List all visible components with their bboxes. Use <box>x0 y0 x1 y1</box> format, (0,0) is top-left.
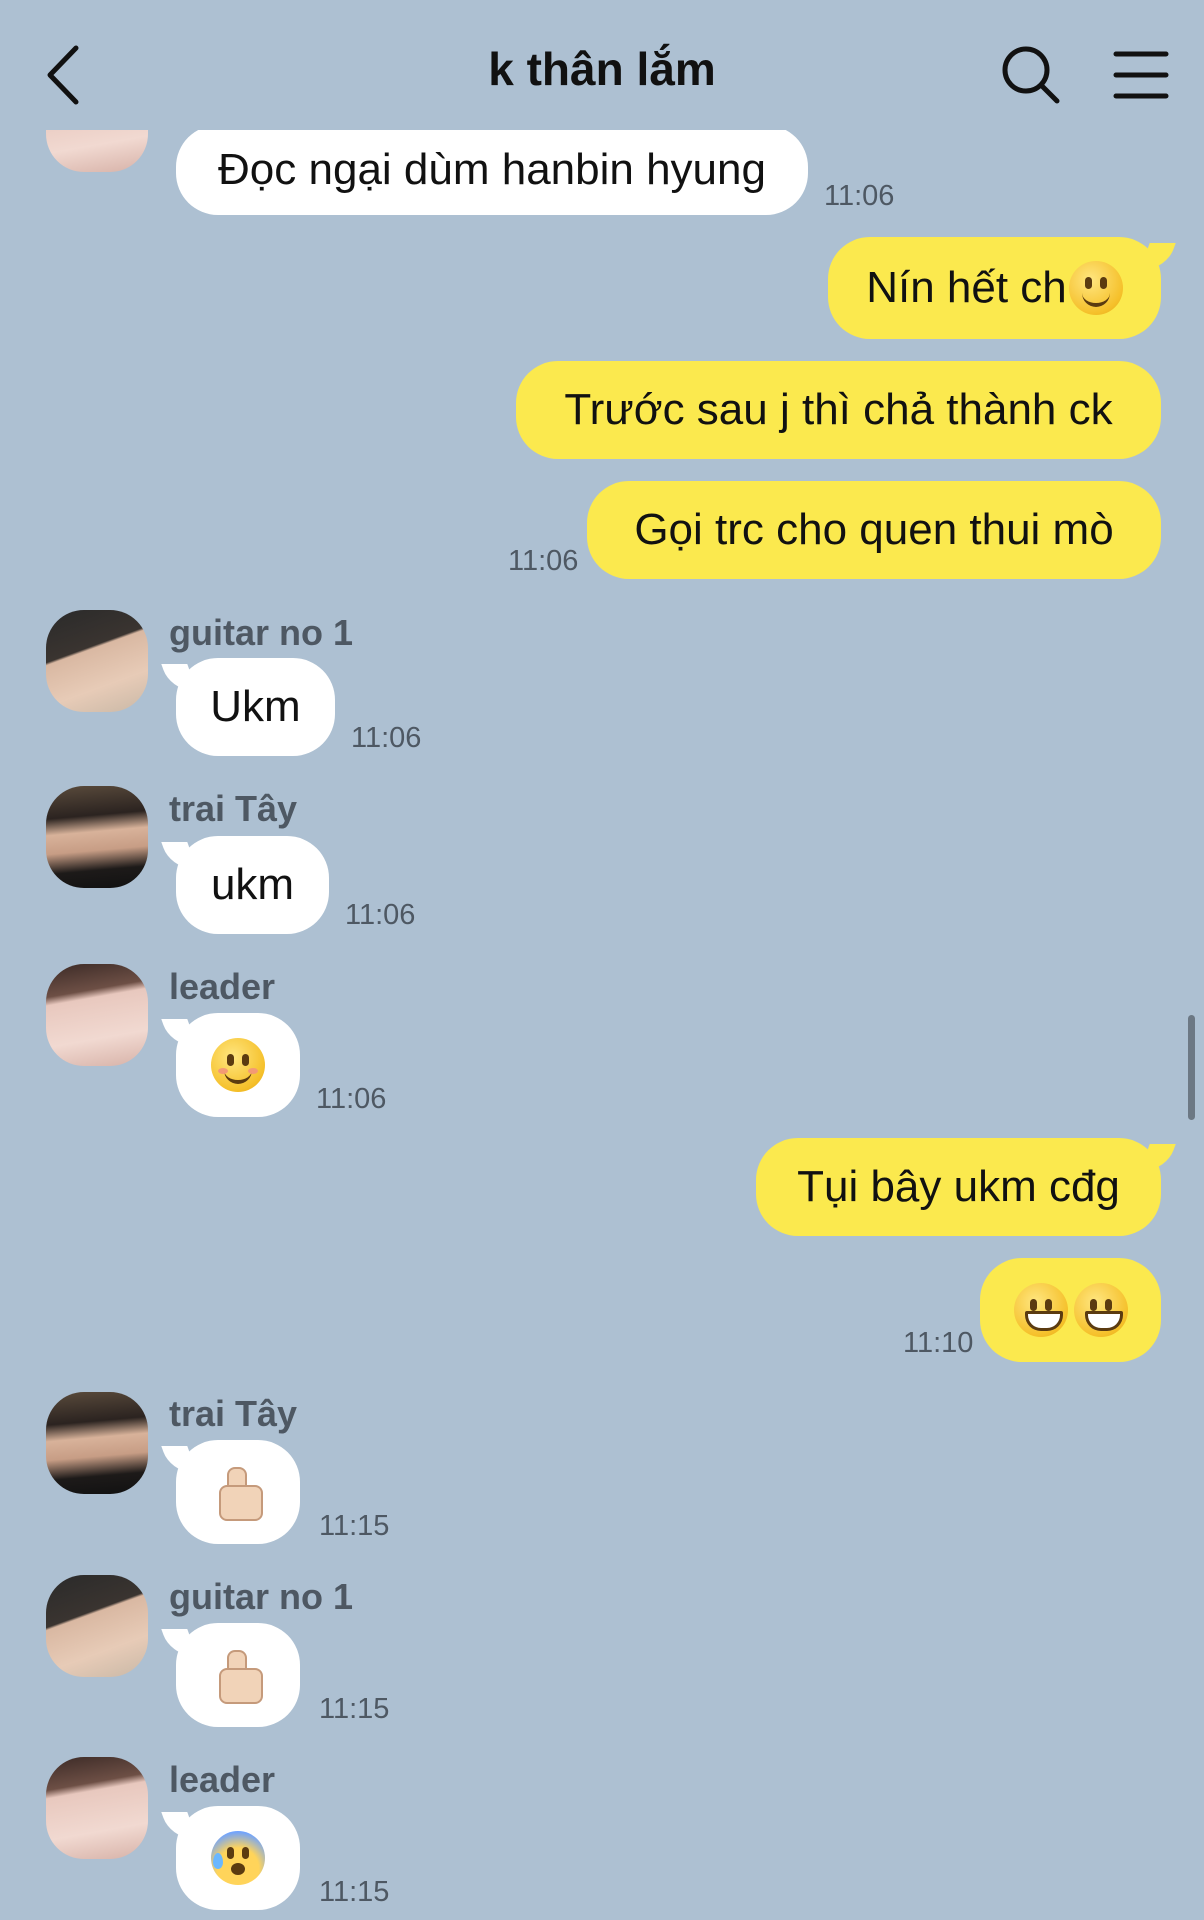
message-text: Ukm <box>210 682 301 731</box>
avatar[interactable] <box>46 964 148 1066</box>
message-text: Đọc ngại dùm hanbin hyung <box>218 145 766 194</box>
avatar[interactable] <box>46 1757 148 1859</box>
message-time: 11:06 <box>508 545 579 577</box>
grinning-face-icon <box>1073 1283 1128 1337</box>
chat-header: k thân lắm <box>0 0 1204 130</box>
scrollbar[interactable] <box>1188 1015 1195 1120</box>
avatar[interactable] <box>46 1575 148 1677</box>
message-time: 11:15 <box>319 1693 390 1725</box>
message-time: 11:10 <box>903 1327 974 1359</box>
message-bubble[interactable]: Ukm <box>176 658 335 756</box>
avatar[interactable] <box>46 786 148 888</box>
message-text: Nín hết ch <box>866 263 1067 312</box>
message-time: 11:06 <box>824 180 895 212</box>
avatar[interactable] <box>46 610 148 712</box>
message-bubble[interactable]: Đọc ngại dùm hanbin hyung <box>176 125 808 215</box>
sender-name: guitar no 1 <box>169 612 354 653</box>
thumbs-up-icon <box>213 1648 263 1704</box>
message-time: 11:06 <box>345 899 416 931</box>
grinning-face-icon <box>1013 1283 1068 1337</box>
message-text: Trước sau j thì chả thành ck <box>564 385 1113 434</box>
message-bubble[interactable]: Tụi bây ukm cđg <box>756 1138 1161 1236</box>
smiling-face-with-blush-icon <box>211 1038 265 1092</box>
message-bubble[interactable]: Trước sau j thì chả thành ck <box>516 361 1161 459</box>
sender-name: leader <box>169 1759 276 1800</box>
slightly-smiling-face-icon <box>1068 261 1123 315</box>
menu-button[interactable] <box>1110 44 1172 106</box>
message-bubble[interactable]: Gọi trc cho quen thui mò <box>587 481 1161 579</box>
message-bubble[interactable]: ukm <box>176 836 329 934</box>
sender-name: trai Tây <box>169 1393 298 1434</box>
message-bubble[interactable] <box>176 1440 300 1544</box>
message-bubble[interactable]: Nín hết ch <box>828 237 1161 339</box>
message-bubble[interactable] <box>980 1258 1161 1362</box>
message-time: 11:15 <box>319 1876 390 1908</box>
avatar[interactable] <box>46 1392 148 1494</box>
message-time: 11:15 <box>319 1510 390 1542</box>
message-time: 11:06 <box>316 1083 387 1115</box>
message-time: 11:06 <box>351 722 422 754</box>
message-text: Tụi bây ukm cđg <box>797 1162 1120 1211</box>
hamburger-menu-icon <box>1113 51 1169 99</box>
thumbs-up-icon <box>213 1465 263 1521</box>
message-bubble[interactable] <box>176 1013 300 1117</box>
sender-name: guitar no 1 <box>169 1576 354 1617</box>
search-icon <box>1002 46 1060 104</box>
message-bubble[interactable] <box>176 1623 300 1727</box>
sender-name: leader <box>169 966 276 1007</box>
message-text: Gọi trc cho quen thui mò <box>634 505 1114 554</box>
message-text: ukm <box>210 860 295 909</box>
sender-name: trai Tây <box>169 788 298 829</box>
message-bubble[interactable] <box>176 1806 300 1910</box>
search-button[interactable] <box>1000 44 1062 106</box>
anxious-face-with-sweat-icon <box>211 1831 265 1885</box>
